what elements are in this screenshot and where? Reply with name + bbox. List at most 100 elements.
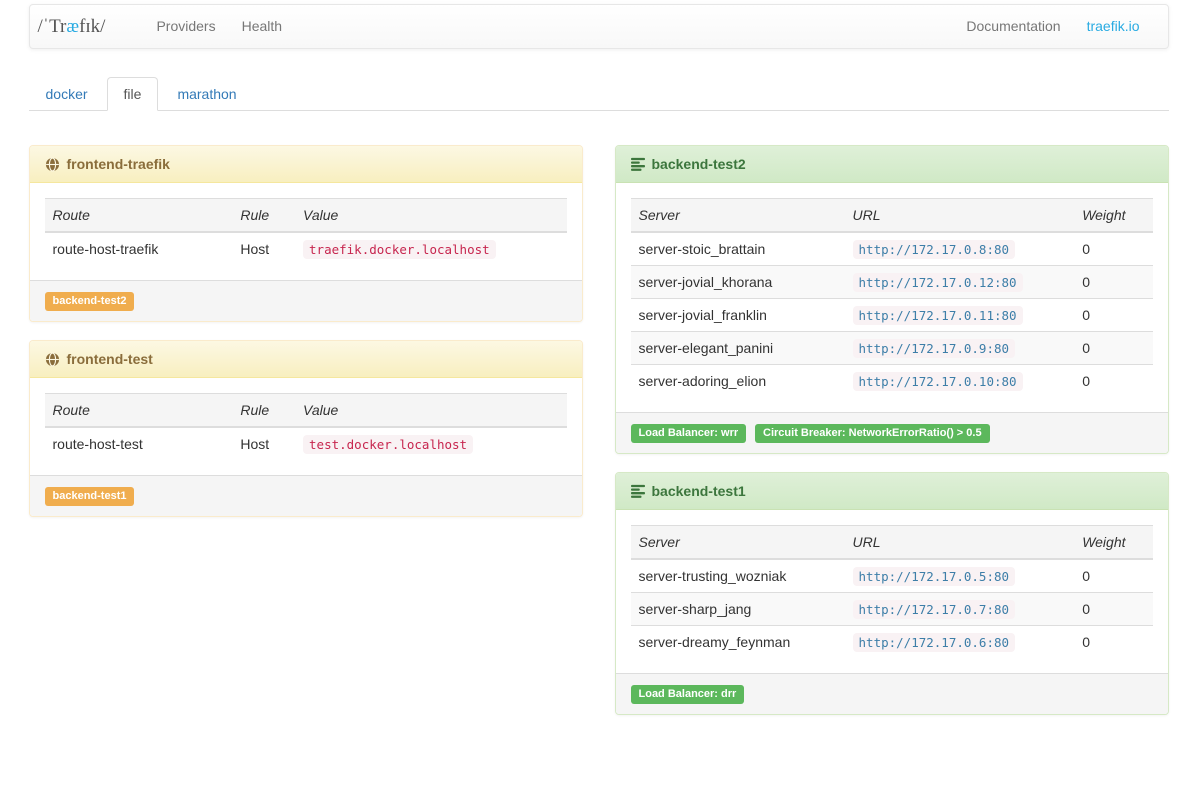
servers-table: Server URL Weight server-trusting_woznia…: [631, 525, 1153, 658]
server-name: server-trusting_wozniak: [631, 559, 845, 593]
server-url-code: http://172.17.0.12:80: [853, 273, 1023, 292]
column-header-server: Server: [631, 526, 845, 560]
tab-docker[interactable]: docker: [29, 77, 107, 110]
panel-title: frontend-test: [67, 351, 153, 367]
table-row: route-host-traefik Host traefik.docker.l…: [45, 232, 567, 265]
panel-title: backend-test2: [652, 156, 746, 172]
column-header-url: URL: [845, 199, 1075, 233]
route-value-cell: test.docker.localhost: [295, 427, 566, 460]
server-url-cell: http://172.17.0.6:80: [845, 626, 1075, 659]
backends-column: backend-test2 Server URL Weight: [615, 145, 1169, 733]
backend-panel-footer: Load Balancer: drr: [616, 673, 1168, 714]
navbar-links: Providers Health: [143, 5, 953, 48]
panel-title: frontend-traefik: [67, 156, 170, 172]
backend-panel-heading: backend-test1: [616, 473, 1168, 510]
server-url-code: http://172.17.0.9:80: [853, 339, 1016, 358]
nav-item-documentation[interactable]: Documentation: [953, 5, 1073, 48]
column-header-rule: Rule: [232, 394, 295, 428]
backend-ref-badge: backend-test1: [45, 487, 135, 506]
circuit-breaker-badge: Circuit Breaker: NetworkErrorRatio() > 0…: [755, 424, 990, 443]
column-header-value: Value: [295, 199, 566, 233]
server-name: server-stoic_brattain: [631, 232, 845, 266]
tab-file-label[interactable]: file: [107, 77, 159, 111]
brand-text-ae: æ: [66, 16, 79, 37]
route-rule: Host: [232, 232, 295, 265]
frontend-panel-test: frontend-test Route Rule Value: [29, 340, 583, 517]
table-header-row: Route Rule Value: [45, 394, 567, 428]
server-url-cell: http://172.17.0.8:80: [845, 232, 1075, 266]
tasks-icon: [631, 484, 645, 498]
backend-panel-heading: backend-test2: [616, 146, 1168, 183]
table-row: server-jovial_khorana http://172.17.0.12…: [631, 266, 1153, 299]
route-name: route-host-test: [45, 427, 233, 460]
frontend-panel-footer: backend-test1: [30, 475, 582, 516]
server-weight: 0: [1074, 559, 1152, 593]
table-header-row: Server URL Weight: [631, 199, 1153, 233]
column-header-server: Server: [631, 199, 845, 233]
server-url-code: http://172.17.0.7:80: [853, 600, 1016, 619]
column-header-rule: Rule: [232, 199, 295, 233]
backend-panel-test2: backend-test2 Server URL Weight: [615, 145, 1169, 454]
globe-icon: [45, 157, 60, 172]
server-url-cell: http://172.17.0.12:80: [845, 266, 1075, 299]
table-row: server-dreamy_feynman http://172.17.0.6:…: [631, 626, 1153, 659]
server-weight: 0: [1074, 365, 1152, 398]
table-row: server-stoic_brattain http://172.17.0.8:…: [631, 232, 1153, 266]
server-name: server-sharp_jang: [631, 593, 845, 626]
tasks-icon: [631, 157, 645, 171]
load-balancer-badge: Load Balancer: drr: [631, 685, 745, 704]
provider-tabs: docker file marathon: [29, 77, 1169, 111]
backend-ref-badge: backend-test2: [45, 292, 135, 311]
server-weight: 0: [1074, 332, 1152, 365]
server-weight: 0: [1074, 626, 1152, 659]
server-url-cell: http://172.17.0.10:80: [845, 365, 1075, 398]
server-weight: 0: [1074, 593, 1152, 626]
server-url-code: http://172.17.0.5:80: [853, 567, 1016, 586]
table-row: server-elegant_panini http://172.17.0.9:…: [631, 332, 1153, 365]
route-value-code: test.docker.localhost: [303, 435, 473, 454]
frontend-panel-heading: frontend-traefik: [30, 146, 582, 183]
brand-logo[interactable]: /ˈTræfɪk/: [38, 16, 106, 38]
nav-item-health[interactable]: Health: [229, 5, 295, 48]
table-row: server-adoring_elion http://172.17.0.10:…: [631, 365, 1153, 398]
frontends-column: frontend-traefik Route Rule Value: [29, 145, 583, 535]
server-url-cell: http://172.17.0.9:80: [845, 332, 1075, 365]
globe-icon: [45, 352, 60, 367]
server-name: server-adoring_elion: [631, 365, 845, 398]
route-value-code: traefik.docker.localhost: [303, 240, 496, 259]
load-balancer-badge: Load Balancer: wrr: [631, 424, 747, 443]
routes-table: Route Rule Value route-host-traefik Host…: [45, 198, 567, 265]
navbar: /ˈTræfɪk/ Providers Health Documentation…: [29, 4, 1169, 49]
tab-marathon-label[interactable]: marathon: [160, 77, 253, 111]
server-url-cell: http://172.17.0.7:80: [845, 593, 1075, 626]
server-url-code: http://172.17.0.10:80: [853, 372, 1023, 391]
backend-panel-body: Server URL Weight server-trusting_woznia…: [616, 510, 1168, 673]
table-header-row: Route Rule Value: [45, 199, 567, 233]
backend-panel-footer: Load Balancer: wrr Circuit Breaker: Netw…: [616, 412, 1168, 453]
table-row: server-trusting_wozniak http://172.17.0.…: [631, 559, 1153, 593]
servers-table: Server URL Weight server-stoic_brattain …: [631, 198, 1153, 397]
server-name: server-jovial_franklin: [631, 299, 845, 332]
column-header-weight: Weight: [1074, 199, 1152, 233]
server-url-cell: http://172.17.0.11:80: [845, 299, 1075, 332]
route-name: route-host-traefik: [45, 232, 233, 265]
frontend-panel-traefik: frontend-traefik Route Rule Value: [29, 145, 583, 322]
column-header-route: Route: [45, 199, 233, 233]
backend-panel-test1: backend-test1 Server URL Weight: [615, 472, 1169, 715]
server-url-cell: http://172.17.0.5:80: [845, 559, 1075, 593]
route-value-cell: traefik.docker.localhost: [295, 232, 566, 265]
frontend-panel-footer: backend-test2: [30, 280, 582, 321]
frontend-panel-heading: frontend-test: [30, 341, 582, 378]
nav-item-providers[interactable]: Providers: [143, 5, 228, 48]
tab-marathon[interactable]: marathon: [160, 77, 255, 110]
server-name: server-dreamy_feynman: [631, 626, 845, 659]
server-name: server-elegant_panini: [631, 332, 845, 365]
table-row: route-host-test Host test.docker.localho…: [45, 427, 567, 460]
nav-item-traefik-io[interactable]: traefik.io: [1074, 5, 1153, 48]
tab-file[interactable]: file: [107, 77, 161, 110]
panel-title: backend-test1: [652, 483, 746, 499]
tab-docker-label[interactable]: docker: [29, 77, 105, 111]
column-header-value: Value: [295, 394, 566, 428]
brand-text-pre: /ˈTr: [38, 16, 67, 37]
column-header-route: Route: [45, 394, 233, 428]
